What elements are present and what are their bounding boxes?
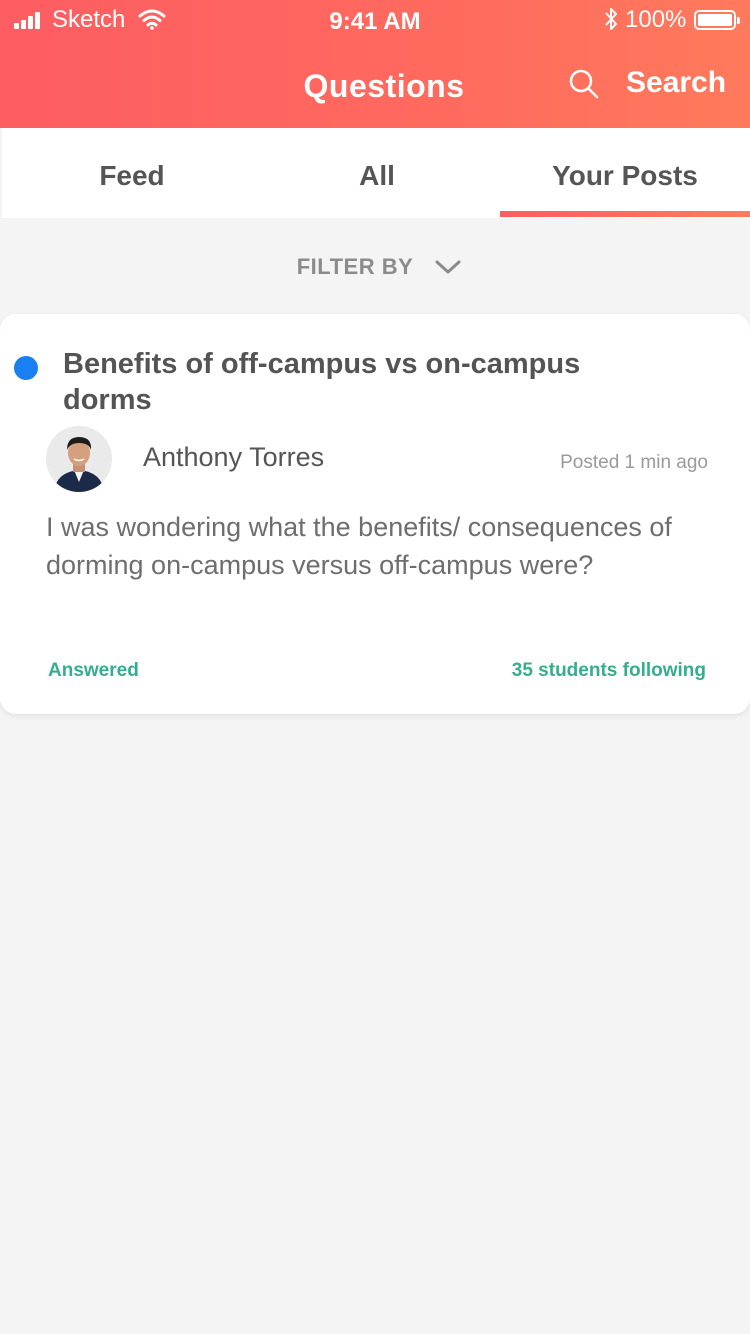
search-button[interactable]: Search [626,66,726,100]
status-badge: Answered [48,660,139,681]
posted-time: Posted 1 min ago [560,452,708,473]
search-icon[interactable] [568,68,600,100]
battery-percent: 100% [625,6,687,33]
tab-bar: Feed All Your Posts [2,128,750,218]
followers-count[interactable]: 35 students following [512,660,706,682]
question-title[interactable]: Benefits of off-campus vs on-campus dorm… [63,346,663,418]
tab-your-posts[interactable]: Your Posts [500,128,750,218]
status-bar: Sketch 9:41 AM 100% [0,0,750,40]
tab-feed[interactable]: Feed [2,128,262,218]
tab-all[interactable]: All [252,128,502,218]
battery-icon [694,10,740,30]
filter-by-dropdown[interactable]: FILTER BY [0,254,750,280]
active-tab-indicator [500,211,750,217]
chevron-down-icon [435,260,461,274]
author-name[interactable]: Anthony Torres [143,442,324,473]
filter-label: FILTER BY [296,254,414,279]
question-card[interactable]: Benefits of off-campus vs on-campus dorm… [0,314,750,714]
avatar[interactable] [46,426,112,492]
unread-indicator [14,356,38,380]
app-header: Sketch 9:41 AM 100% Questions Search [0,0,750,128]
bluetooth-icon [605,8,617,30]
question-body: I was wondering what the benefits/ conse… [46,512,672,580]
